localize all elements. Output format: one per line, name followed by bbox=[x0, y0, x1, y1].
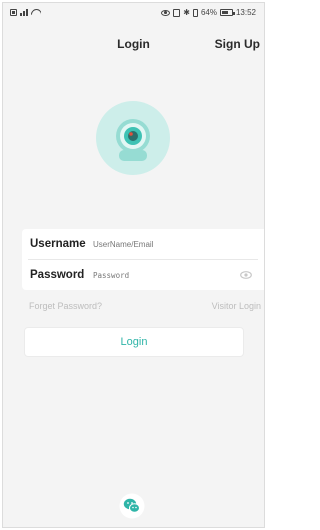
vibrate-icon bbox=[192, 8, 198, 17]
sign-up-button[interactable]: Sign Up bbox=[215, 37, 260, 51]
signal-icon bbox=[20, 8, 28, 16]
wechat-icon[interactable] bbox=[119, 493, 145, 519]
camera-logo bbox=[95, 100, 171, 176]
username-label: Username bbox=[30, 238, 86, 250]
camera-lens-dot bbox=[129, 132, 133, 136]
wifi-icon bbox=[31, 9, 41, 16]
battery-percent: 64% bbox=[200, 8, 217, 17]
password-label: Password bbox=[30, 269, 85, 281]
status-bar: ✱ 64% 13:52 bbox=[3, 3, 264, 23]
login-button[interactable]: Login bbox=[24, 327, 244, 357]
camera-icon bbox=[96, 101, 170, 175]
battery-fill bbox=[221, 11, 228, 14]
battery-icon bbox=[219, 9, 235, 16]
sim-icon bbox=[10, 8, 17, 16]
status-time: 13:52 bbox=[235, 8, 256, 17]
status-right-icons: ✱ 64% 13:52 bbox=[161, 8, 256, 17]
status-left-icons bbox=[10, 8, 41, 16]
eye-icon bbox=[161, 9, 171, 16]
show-password-eye-icon[interactable] bbox=[240, 271, 252, 279]
password-input[interactable] bbox=[93, 270, 223, 280]
username-row: Username bbox=[22, 229, 264, 259]
nfc-icon bbox=[173, 8, 181, 17]
phone-screen: ✱ 64% 13:52 Login Sign Up Username Passw… bbox=[2, 2, 265, 528]
forget-password-link[interactable]: Forget Password? bbox=[29, 301, 102, 311]
visitor-login-link[interactable]: Visitor Login bbox=[212, 301, 261, 311]
login-form: Username Password bbox=[22, 229, 264, 290]
header: Login Sign Up bbox=[3, 31, 264, 55]
password-row: Password bbox=[22, 260, 264, 290]
camera-lens bbox=[128, 131, 138, 141]
username-input[interactable] bbox=[93, 239, 223, 249]
bluetooth-icon: ✱ bbox=[183, 7, 190, 17]
